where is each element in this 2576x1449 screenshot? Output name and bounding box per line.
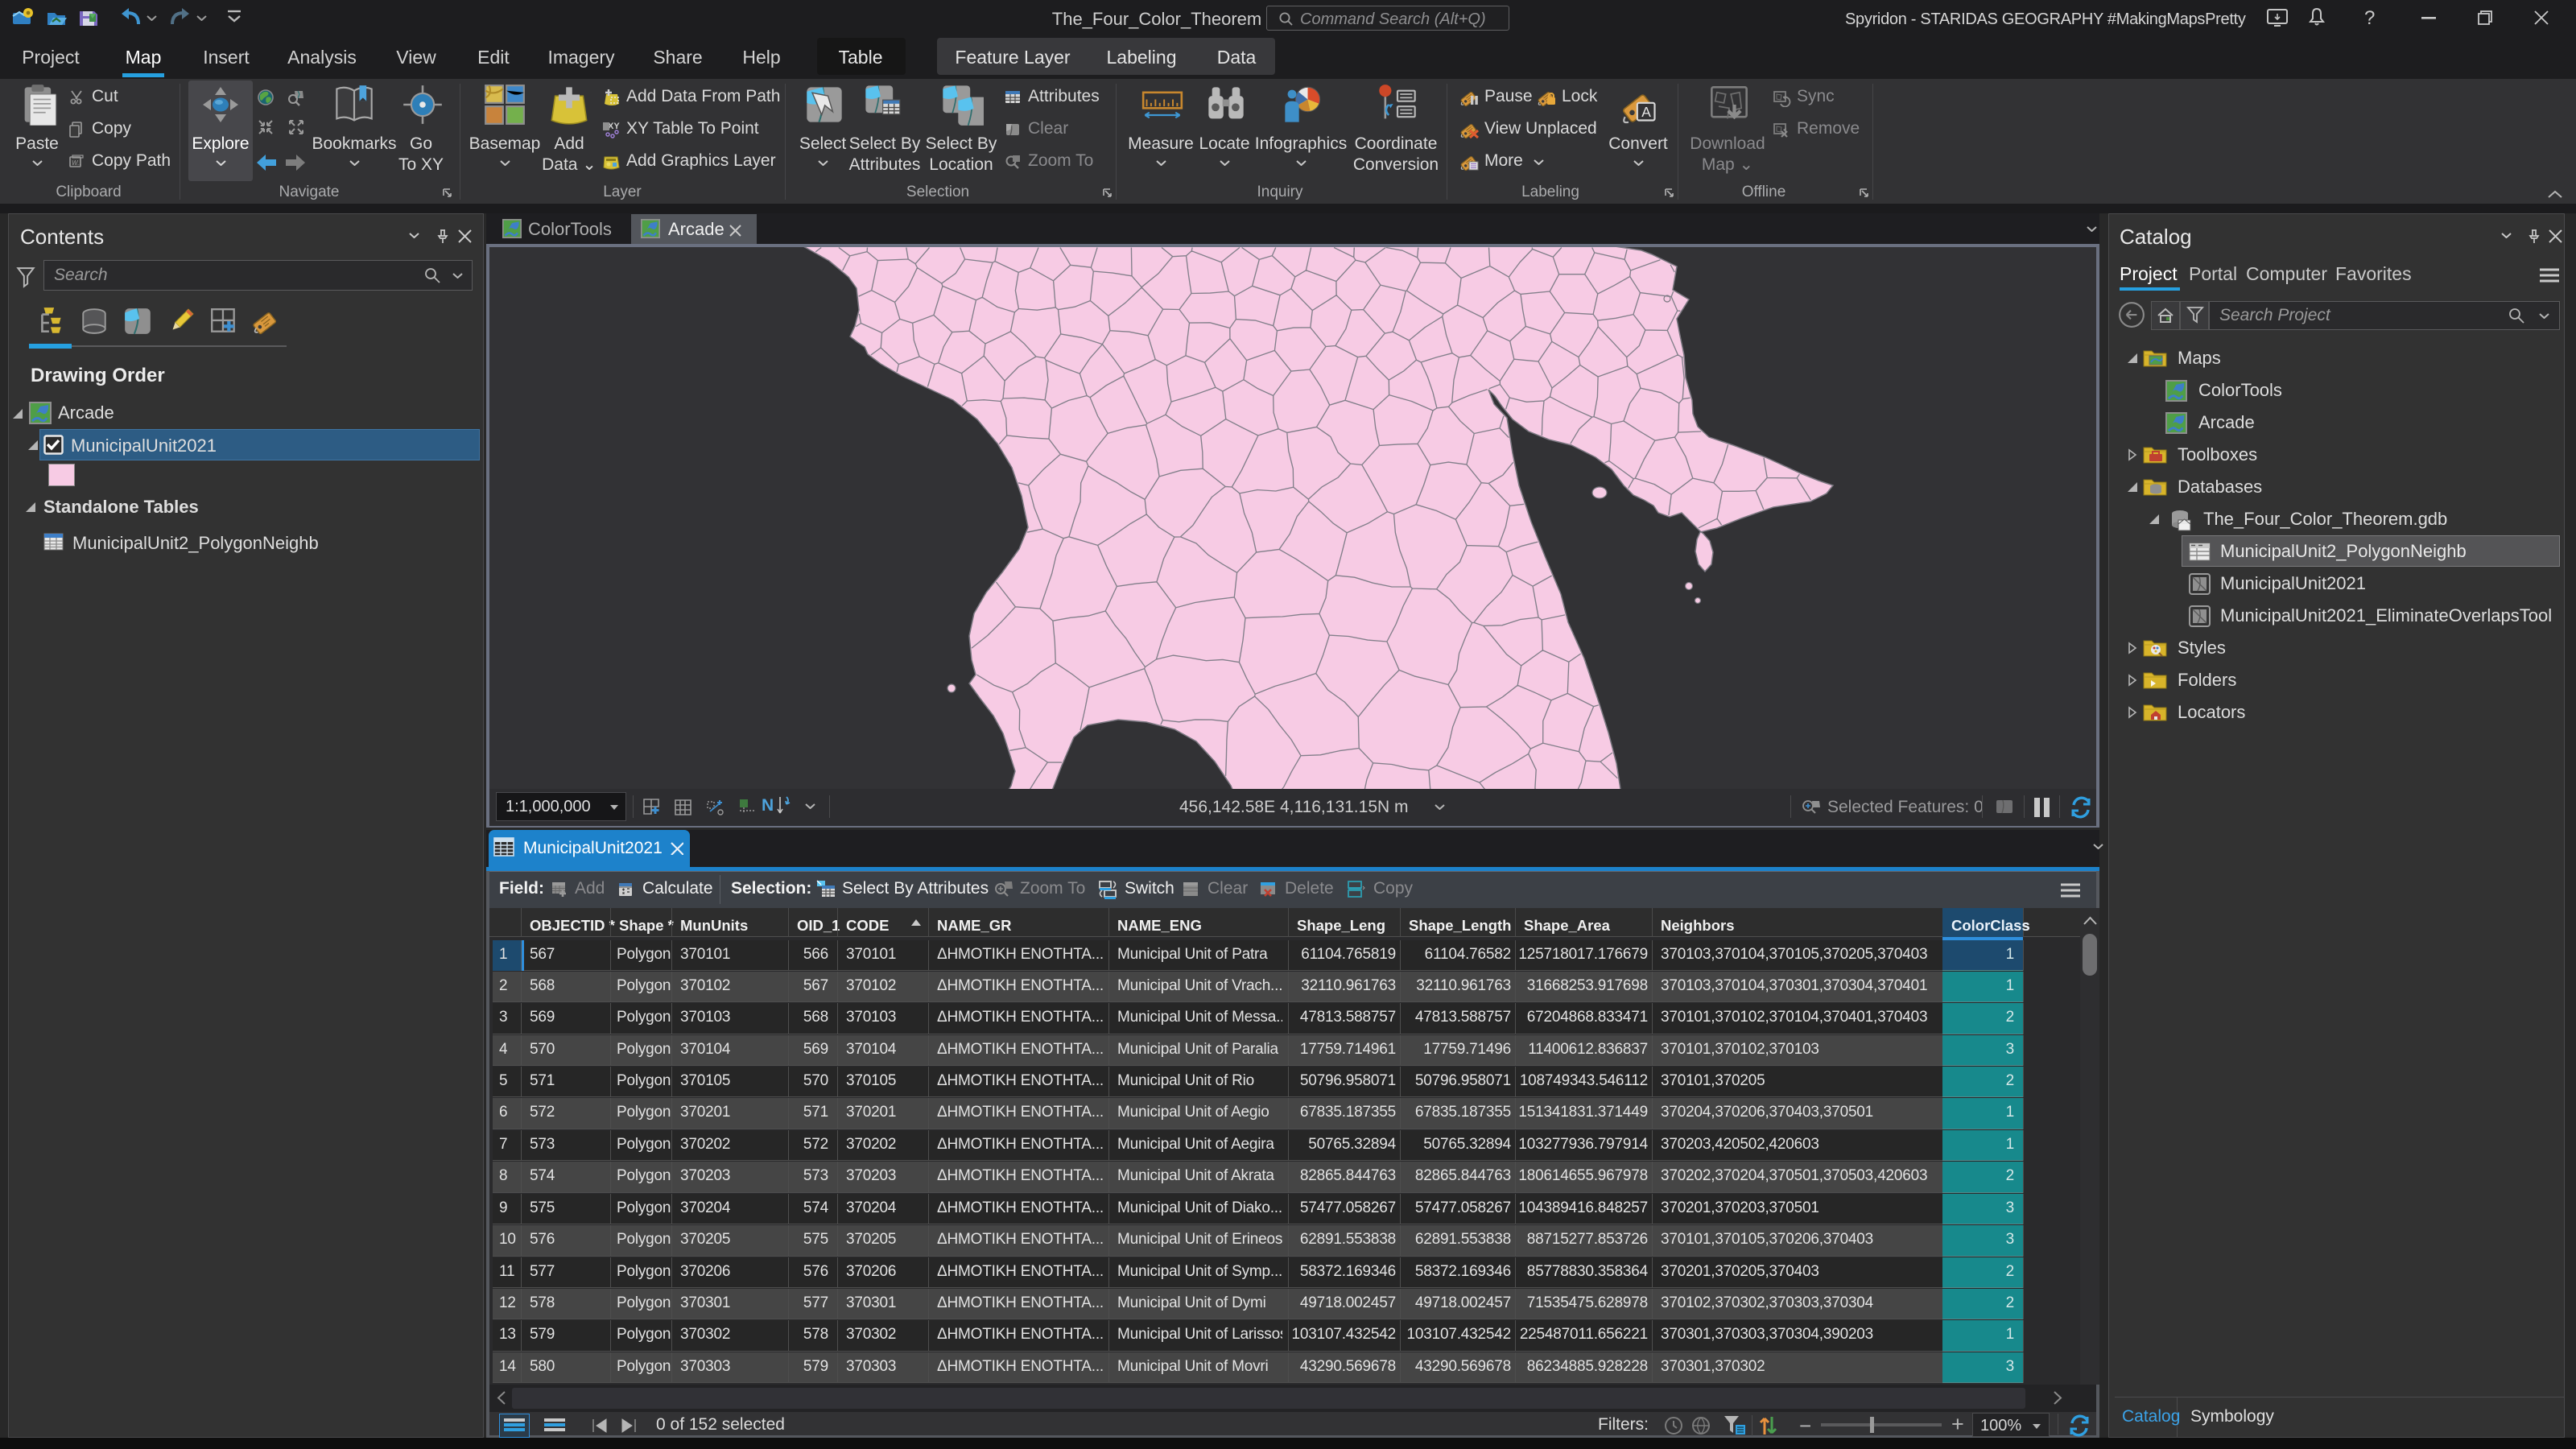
svg-text:A: A xyxy=(1641,104,1651,120)
svg-text:W..: W.. xyxy=(72,159,81,167)
svg-text:XY: XY xyxy=(608,122,620,131)
